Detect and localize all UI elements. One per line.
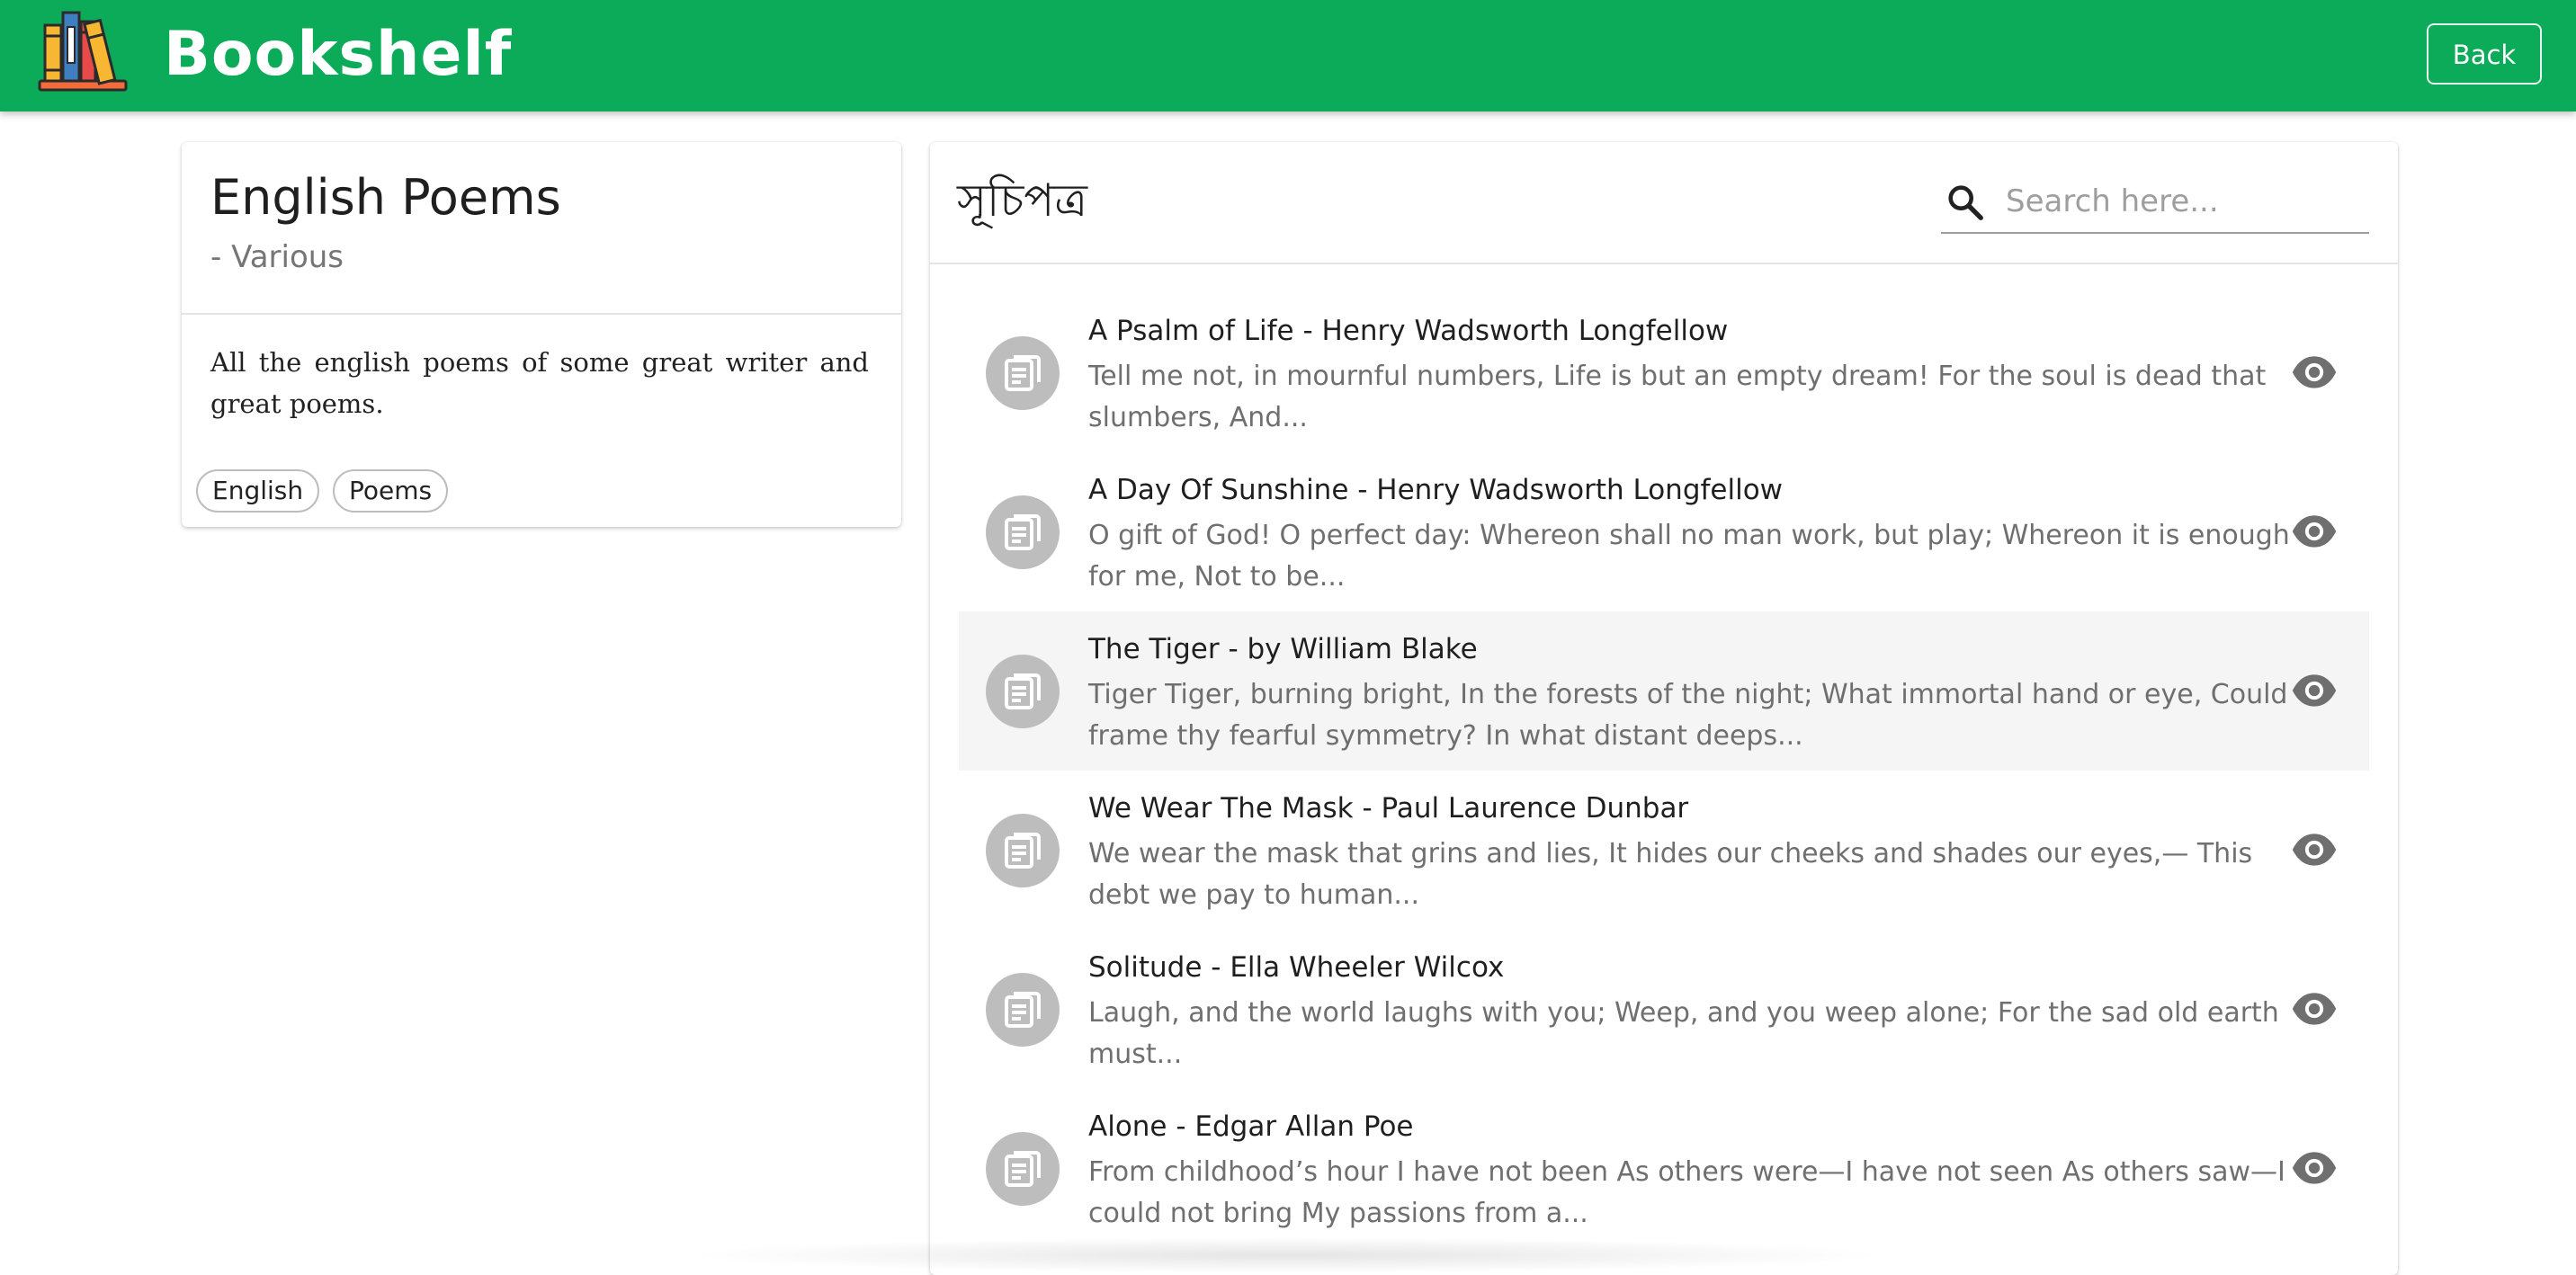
- article-avatar: [986, 495, 1060, 569]
- article-icon: [1005, 673, 1041, 709]
- list-item[interactable]: Alone - Edgar Allan Poe From childhood’s…: [959, 1089, 2369, 1248]
- search-icon: [1948, 185, 1983, 220]
- item-title: A Psalm of Life - Henry Wadsworth Longfe…: [1088, 315, 1729, 347]
- eye-icon[interactable]: [2290, 1148, 2339, 1188]
- article-avatar: [986, 814, 1060, 887]
- article-avatar: [986, 1132, 1060, 1206]
- list-item[interactable]: The Tiger - by William Blake Tiger Tiger…: [959, 611, 2369, 771]
- article-icon: [1005, 1151, 1041, 1187]
- list-item[interactable]: A Psalm of Life - Henry Wadsworth Longfe…: [959, 293, 2369, 452]
- article-avatar: [986, 655, 1060, 728]
- item-excerpt: Laugh, and the world laughs with you; We…: [1088, 997, 2279, 1070]
- list-item[interactable]: We Wear The Mask - Paul Laurence Dunbar …: [959, 771, 2369, 930]
- book-title: English Poems: [210, 169, 561, 226]
- app-bar: Bookshelf Back: [0, 0, 2576, 111]
- item-excerpt: O gift of God! O perfect day: Whereon sh…: [1088, 520, 2290, 593]
- article-avatar: [986, 973, 1060, 1047]
- article-icon: [1005, 992, 1041, 1028]
- search-input[interactable]: [2004, 174, 2364, 228]
- tag-chip-english[interactable]: English: [196, 469, 320, 513]
- eye-icon[interactable]: [2290, 830, 2339, 869]
- brand-title[interactable]: Bookshelf: [164, 14, 512, 95]
- item-title: Alone - Edgar Allan Poe: [1088, 1110, 1414, 1143]
- article-icon: [1005, 355, 1041, 391]
- divider: [930, 263, 2398, 264]
- divider: [182, 313, 901, 315]
- eye-icon[interactable]: [2290, 352, 2339, 392]
- item-excerpt: Tell me not, in mournful numbers, Life i…: [1088, 361, 2267, 433]
- eye-icon[interactable]: [2290, 989, 2339, 1029]
- contents-card: সূচিপত্র A Psalm of Life - Henry Wadswor…: [930, 142, 2398, 1275]
- eye-icon[interactable]: [2290, 671, 2339, 710]
- book-author: - Various: [210, 239, 344, 275]
- search-box: [1941, 171, 2369, 234]
- contents-title: সূচিপত্র: [957, 174, 1087, 227]
- bookshelf-logo-icon: [38, 11, 128, 92]
- article-avatar: [986, 336, 1060, 410]
- eye-icon[interactable]: [2290, 512, 2339, 551]
- item-title: A Day Of Sunshine - Henry Wadsworth Long…: [1088, 474, 1784, 506]
- tag-chip-poems[interactable]: Poems: [333, 469, 449, 513]
- contents-list: A Psalm of Life - Henry Wadsworth Longfe…: [959, 293, 2369, 1248]
- item-excerpt: Tiger Tiger, burning bright, In the fore…: [1088, 679, 2288, 752]
- article-icon: [1005, 833, 1041, 869]
- back-button[interactable]: Back: [2427, 23, 2542, 85]
- list-item[interactable]: A Day Of Sunshine - Henry Wadsworth Long…: [959, 452, 2369, 611]
- item-excerpt: From childhood’s hour I have not been As…: [1088, 1156, 2285, 1229]
- item-title: The Tiger - by William Blake: [1088, 633, 1478, 665]
- book-description: All the english poems of some great writ…: [210, 347, 869, 419]
- item-excerpt: We wear the mask that grins and lies, It…: [1088, 838, 2253, 911]
- item-title: Solitude - Ella Wheeler Wilcox: [1088, 951, 1505, 984]
- book-info-card: English Poems - Various All the english …: [182, 142, 901, 527]
- article-icon: [1005, 514, 1041, 550]
- list-item[interactable]: Solitude - Ella Wheeler Wilcox Laugh, an…: [959, 930, 2369, 1089]
- item-title: We Wear The Mask - Paul Laurence Dunbar: [1088, 792, 1689, 825]
